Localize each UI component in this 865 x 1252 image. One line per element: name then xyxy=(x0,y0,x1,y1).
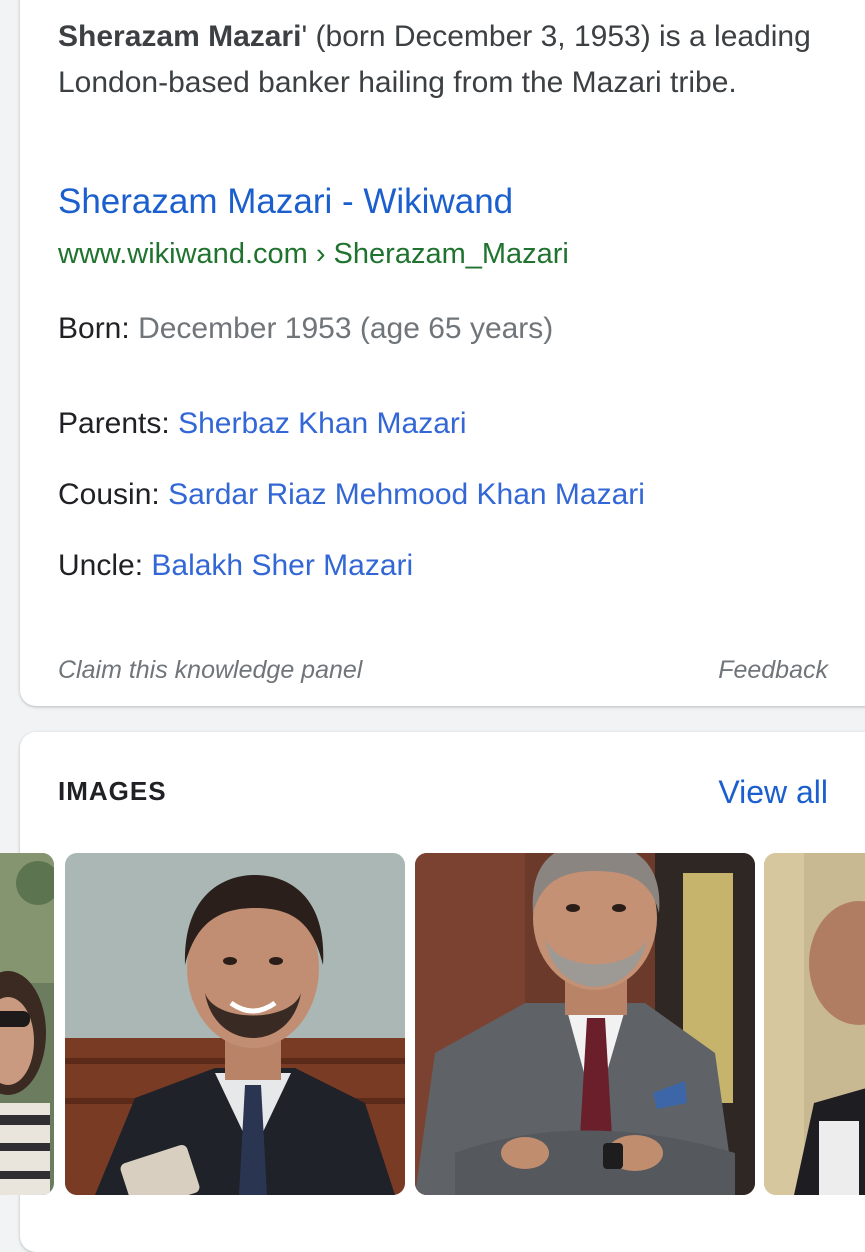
view-all-images-link[interactable]: View all xyxy=(718,774,828,811)
entity-description: Sherazam Mazari' (born December 3, 1953)… xyxy=(58,14,828,106)
fact-label: Cousin: xyxy=(58,478,160,511)
fact-label: Born: xyxy=(58,312,130,345)
fact-label: Parents: xyxy=(58,407,170,440)
image-thumbnail-2[interactable] xyxy=(65,853,405,1195)
source-link-title[interactable]: Sherazam Mazari - Wikiwand xyxy=(58,182,513,222)
fact-born: Born: December 1953 (age 65 years) xyxy=(58,312,553,346)
source-link-url[interactable]: www.wikiwand.com › Sherazam_Mazari xyxy=(58,238,569,271)
feedback-link[interactable]: Feedback xyxy=(718,656,828,685)
fact-parents: Parents: Sherbaz Khan Mazari xyxy=(58,407,467,441)
image-thumbnail-4[interactable] xyxy=(764,853,865,1195)
fact-cousin: Cousin: Sardar Riaz Mehmood Khan Mazari xyxy=(58,478,645,512)
fact-label: Uncle: xyxy=(58,549,144,582)
fact-link-cousin[interactable]: Sardar Riaz Mehmood Khan Mazari xyxy=(168,478,645,511)
image-thumbnail-3[interactable] xyxy=(415,853,755,1195)
fact-link-parents[interactable]: Sherbaz Khan Mazari xyxy=(178,407,467,440)
fact-uncle: Uncle: Balakh Sher Mazari xyxy=(58,549,413,583)
fact-value: December 1953 (age 65 years) xyxy=(138,312,554,345)
images-heading: IMAGES xyxy=(58,776,167,806)
claim-panel-link[interactable]: Claim this knowledge panel xyxy=(58,656,362,685)
image-thumbnail-1[interactable] xyxy=(0,853,54,1195)
entity-name: Sherazam Mazari xyxy=(58,20,302,53)
fact-link-uncle[interactable]: Balakh Sher Mazari xyxy=(151,549,413,582)
